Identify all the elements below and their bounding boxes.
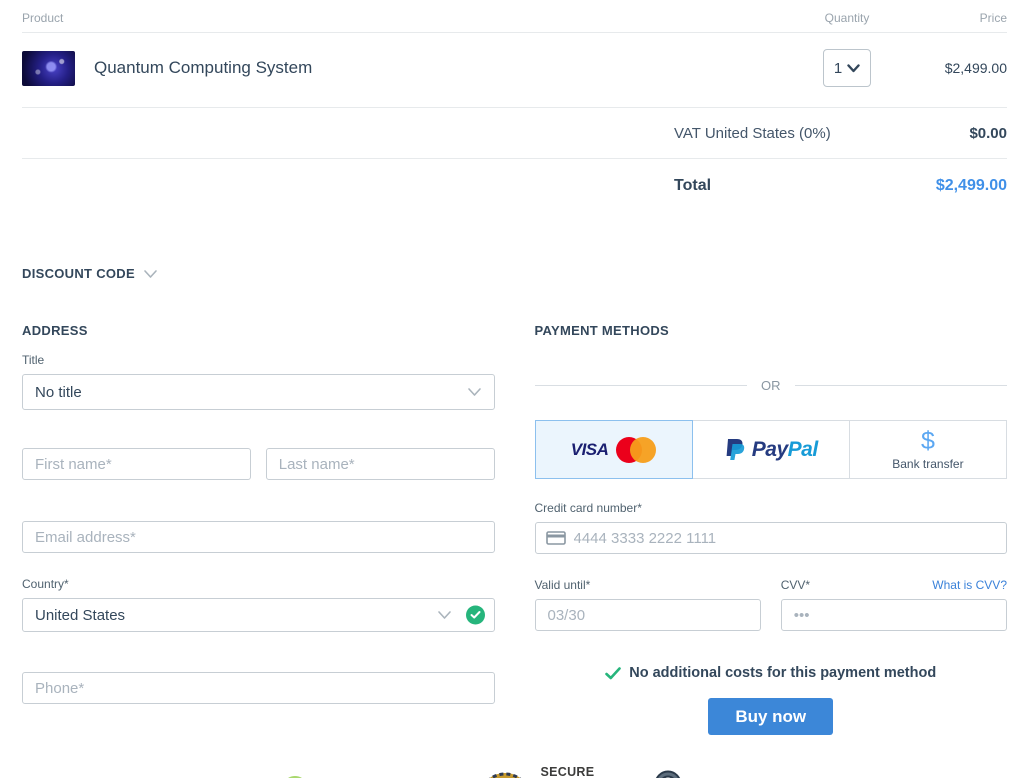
vat-row: VAT United States (0%) $0.00 [22, 108, 1007, 159]
mastercard-logo [616, 437, 656, 463]
paypal-word-pay: Pay [752, 438, 788, 461]
buy-now-button[interactable]: Buy now [708, 698, 833, 735]
phone-input[interactable] [22, 672, 495, 704]
check-circle-icon [466, 606, 485, 625]
card-number-input[interactable] [535, 522, 1008, 554]
checkout-page: Product Quantity Price Quantum Computing… [0, 0, 1029, 778]
cvv-input[interactable] [781, 599, 1007, 631]
or-label: OR [747, 378, 795, 393]
divider-line [535, 385, 748, 386]
dollar-icon: $ [921, 429, 935, 454]
payment-heading: PAYMENT METHODS [535, 323, 1008, 338]
payment-method-credit-card[interactable]: VISA [535, 420, 693, 479]
vat-label: VAT United States (0%) [674, 125, 831, 142]
product-name: Quantum Computing System [94, 58, 312, 78]
ssl-lock-icon [271, 772, 323, 778]
total-value: $2,499.00 [936, 177, 1007, 195]
ssl-secured-badge: SSL SECURED Encrypted checkout [271, 772, 451, 778]
last-name-input[interactable] [266, 448, 495, 480]
product-price: $2,499.00 [907, 60, 1007, 76]
first-name-input[interactable] [22, 448, 251, 480]
note-text: No additional costs for this payment met… [629, 665, 936, 681]
visa-logo: VISA [571, 440, 609, 460]
country-label: Country* [22, 577, 495, 591]
header-product: Product [22, 11, 787, 25]
discount-code-label: DISCOUNT CODE [22, 266, 135, 281]
or-divider: OR [535, 378, 1008, 393]
address-section: ADDRESS Title No title Country* United S… [22, 323, 495, 735]
discount-code-toggle[interactable]: DISCOUNT CODE [22, 266, 158, 281]
divider-line [795, 385, 1008, 386]
payment-section: PAYMENT METHODS OR VISA [535, 323, 1008, 735]
payment-method-cards: VISA PayPal [535, 420, 1008, 479]
payment-method-paypal[interactable]: PayPal [692, 420, 850, 479]
bank-transfer-label: Bank transfer [892, 457, 963, 471]
chevron-down-icon [847, 64, 860, 73]
quantity-value: 1 [834, 60, 842, 77]
trust-badges: SSL SECURED Encrypted checkout 100% SAFE… [22, 765, 1007, 778]
total-label: Total [674, 177, 711, 195]
checkmark-icon [605, 667, 621, 680]
secure-payments-title: SECURE PAYMENTS [540, 765, 620, 778]
product-row: Quantum Computing System 1 $2,499.00 [22, 33, 1007, 108]
chevron-down-icon [467, 387, 482, 397]
title-select-value: No title [35, 384, 82, 401]
quantity-select[interactable]: 1 [823, 49, 871, 87]
country-select-value: United States [35, 607, 125, 624]
secure-payments-badge: 100% SAFE SECURE PAYMENTS by verified pa… [476, 765, 620, 778]
credit-card-icon [546, 531, 566, 546]
paypal-logo: PayPal [724, 437, 818, 463]
cvv-label: CVV* [781, 578, 810, 592]
card-number-label: Credit card number* [535, 501, 1008, 515]
title-select[interactable]: No title [22, 374, 495, 410]
email-input[interactable] [22, 521, 495, 553]
payment-method-bank-transfer[interactable]: $ Bank transfer [849, 420, 1007, 479]
virus-scan-badge: VIRUS SCAN GUARANTEED SECURITY CHECKED S… [646, 770, 758, 778]
header-quantity: Quantity [787, 11, 907, 25]
order-table-header: Product Quantity Price [22, 0, 1007, 33]
chevron-down-icon [437, 610, 452, 620]
chevron-down-icon [143, 269, 158, 279]
address-heading: ADDRESS [22, 323, 495, 338]
total-row: Total $2,499.00 [22, 159, 1007, 213]
valid-until-input[interactable] [535, 599, 761, 631]
header-price: Price [907, 11, 1007, 25]
product-thumbnail [22, 51, 75, 86]
country-select[interactable]: United States [22, 598, 495, 632]
vat-value: $0.00 [969, 125, 1007, 142]
virus-scan-lock-icon [646, 770, 690, 778]
hundred-percent-safe-seal-icon: 100% SAFE [476, 770, 534, 778]
title-label: Title [22, 353, 495, 367]
paypal-word-pal: Pal [788, 438, 818, 461]
paypal-icon [724, 437, 746, 463]
valid-until-label: Valid until* [535, 578, 761, 592]
no-additional-costs-note: No additional costs for this payment met… [535, 665, 1008, 681]
what-is-cvv-link[interactable]: What is CVV? [932, 578, 1007, 592]
